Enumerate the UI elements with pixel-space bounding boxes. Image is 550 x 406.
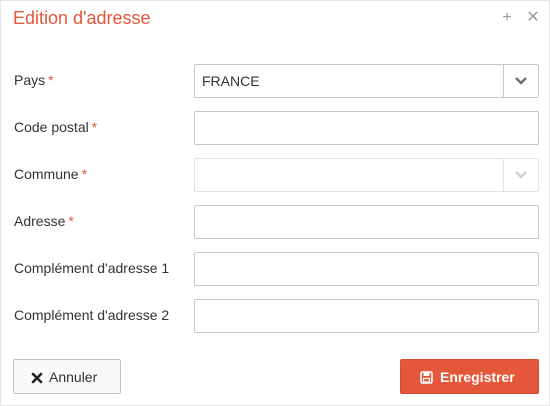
commune-row: Commune * <box>1 158 549 192</box>
complement1-row: Complément d'adresse 1 <box>1 252 549 286</box>
pays-row: Pays * FRANCE <box>1 64 549 98</box>
code-postal-label: Code postal * <box>14 119 98 135</box>
adresse-label: Adresse * <box>14 213 74 229</box>
pays-select-value: FRANCE <box>202 73 260 89</box>
required-mark: * <box>81 166 88 182</box>
complement2-label: Complément d'adresse 2 <box>14 307 170 323</box>
close-icon[interactable]: ✕ <box>525 10 541 26</box>
pays-label: Pays * <box>14 72 54 88</box>
dialog-header: Edition d'adresse + ✕ <box>1 1 549 39</box>
floppy-disk-icon <box>420 371 433 387</box>
complement1-input[interactable] <box>194 252 539 286</box>
address-edit-dialog: Edition d'adresse + ✕ Pays * FRANCE Code … <box>0 0 550 406</box>
complement2-input[interactable] <box>194 299 539 333</box>
required-mark: * <box>91 119 98 135</box>
pays-select[interactable]: FRANCE <box>194 64 539 98</box>
x-icon <box>31 371 43 387</box>
adresse-row: Adresse * <box>1 205 549 239</box>
code-postal-input[interactable] <box>194 111 539 145</box>
cancel-button[interactable]: Annuler <box>13 359 121 394</box>
commune-label: Commune * <box>14 166 88 182</box>
code-postal-row: Code postal * <box>1 111 549 145</box>
required-mark: * <box>48 72 54 88</box>
chevron-down-icon[interactable] <box>504 159 538 191</box>
required-mark: * <box>68 213 74 229</box>
adresse-input[interactable] <box>194 205 539 239</box>
commune-select[interactable] <box>194 158 539 192</box>
cancel-button-label: Annuler <box>49 369 98 385</box>
save-button[interactable]: Enregistrer <box>400 359 539 394</box>
chevron-down-icon[interactable] <box>504 65 538 97</box>
plus-icon[interactable]: + <box>499 10 515 26</box>
complement1-label: Complément d'adresse 1 <box>14 260 170 276</box>
save-button-label: Enregistrer <box>440 369 515 385</box>
complement2-row: Complément d'adresse 2 <box>1 299 549 333</box>
dialog-title: Edition d'adresse <box>13 8 151 28</box>
